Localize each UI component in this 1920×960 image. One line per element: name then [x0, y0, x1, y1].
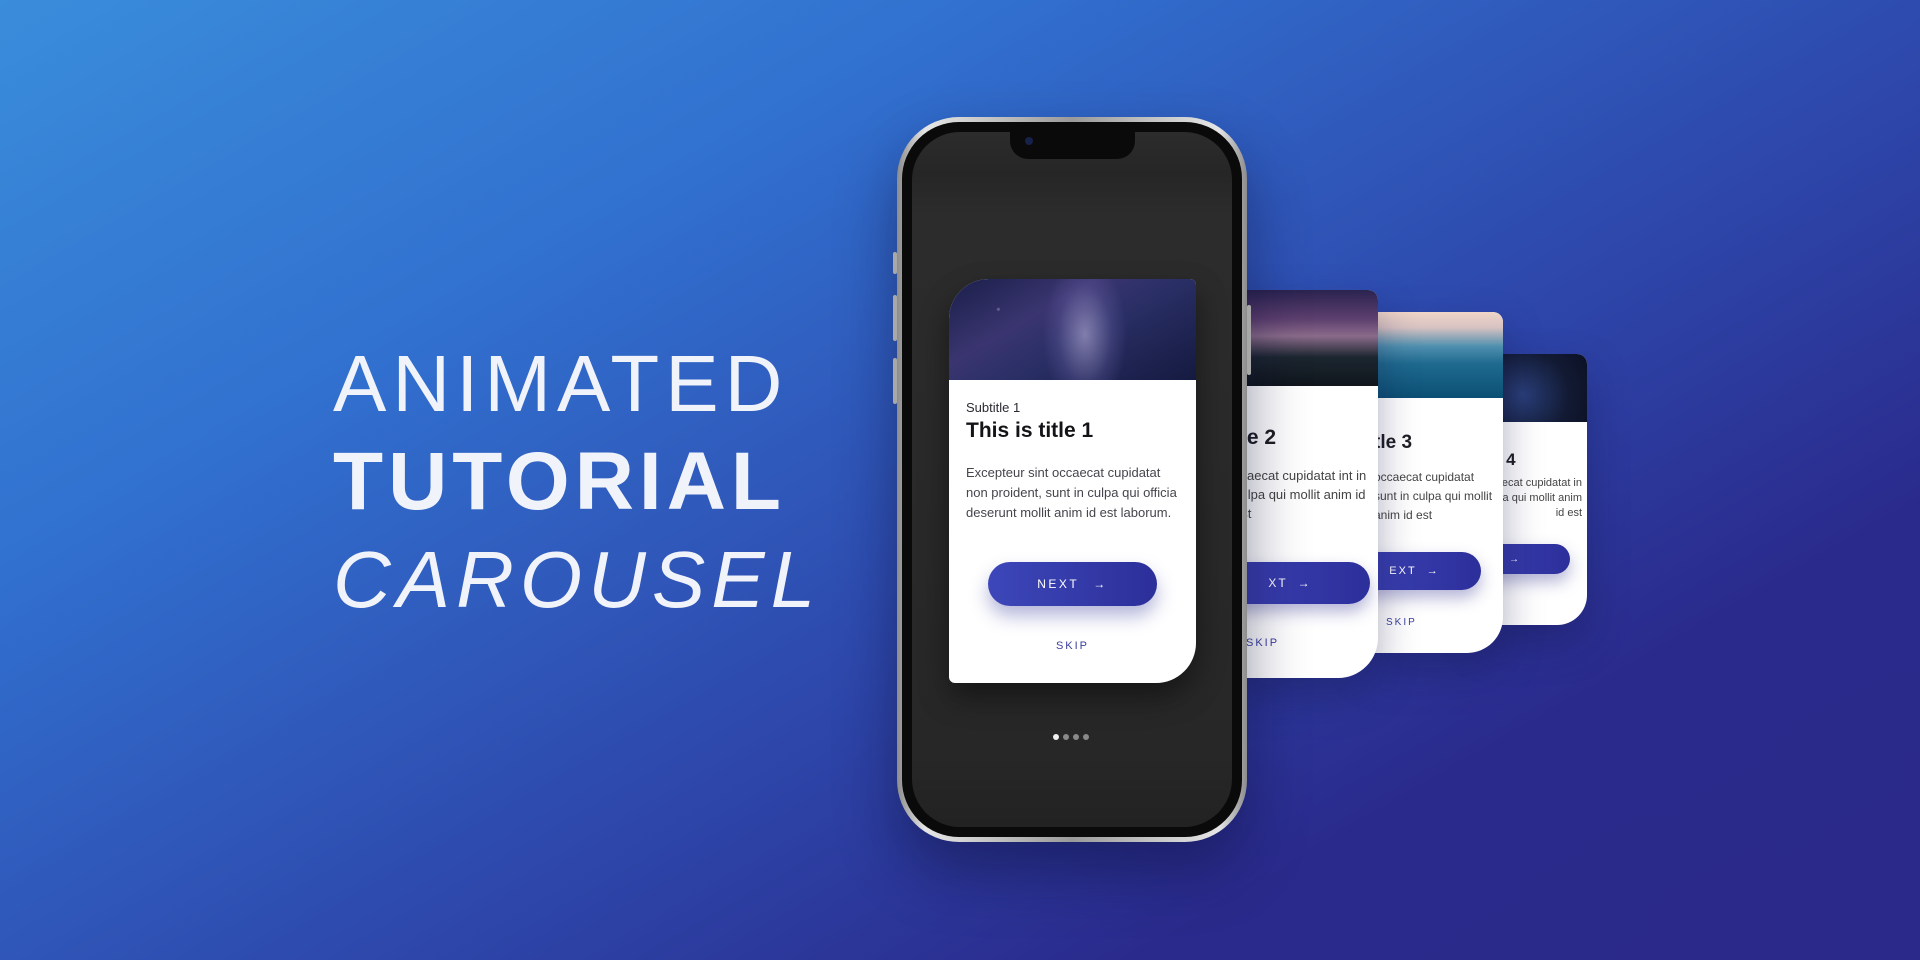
headline: ANIMATED TUTORIAL CAROUSEL — [333, 336, 821, 628]
pagination-dot[interactable] — [1053, 734, 1059, 740]
carousel-card-2[interactable]: tle 2 ccaecat cupidatat int in culpa qui… — [1230, 290, 1378, 678]
card-image-mountain-night — [1230, 290, 1378, 386]
arrow-right-icon: → — [1509, 553, 1521, 565]
next-button[interactable]: EXT → — [1370, 552, 1481, 590]
next-label: EXT — [1389, 565, 1417, 577]
phone-side-button — [893, 252, 897, 274]
carousel-card-1[interactable]: Subtitle 1 This is title 1 Excepteur sin… — [949, 279, 1196, 683]
arrow-right-icon: → — [1093, 577, 1108, 591]
card-body: ccaecat cupidatat int in culpa qui molli… — [1234, 468, 1367, 521]
next-button[interactable]: XT → — [1230, 562, 1370, 604]
skip-link[interactable]: SKIP — [1246, 637, 1279, 649]
card-subtitle: Subtitle 1 — [966, 400, 1021, 415]
next-label: NEXT — [1037, 577, 1080, 591]
pagination-dots — [1053, 734, 1089, 740]
headline-line-carousel: CAROUSEL — [333, 535, 822, 624]
phone-side-button — [893, 295, 897, 341]
card-title: tle 3 — [1374, 432, 1413, 453]
card-body: occaecat cupidatat sunt in culpa qui mol… — [1374, 470, 1493, 522]
carousel-card-3[interactable]: tle 3 occaecat cupidatat sunt in culpa q… — [1370, 312, 1503, 653]
arrow-right-icon: → — [1426, 565, 1440, 577]
card-image-milky-way — [949, 279, 1196, 380]
next-button[interactable]: NEXT → — [988, 562, 1157, 606]
pagination-dot[interactable] — [1083, 734, 1089, 740]
card-image-ocean-waves — [1370, 312, 1503, 398]
phone-side-button — [893, 358, 897, 404]
pagination-dot[interactable] — [1073, 734, 1079, 740]
next-label: XT — [1268, 576, 1288, 590]
pagination-dot[interactable] — [1063, 734, 1069, 740]
card-title: This is title 1 — [966, 419, 1094, 442]
headline-line-animated: ANIMATED — [333, 339, 789, 428]
card-body: Excepteur sint occaecat cupidatat non pr… — [966, 465, 1177, 520]
phone-power-button — [1247, 305, 1251, 375]
headline-line-tutorial: TUTORIAL — [333, 436, 787, 527]
skip-link[interactable]: SKIP — [949, 640, 1196, 652]
arrow-right-icon: → — [1297, 576, 1312, 590]
skip-link[interactable]: SKIP — [1386, 617, 1417, 628]
camera-icon — [1025, 137, 1033, 145]
